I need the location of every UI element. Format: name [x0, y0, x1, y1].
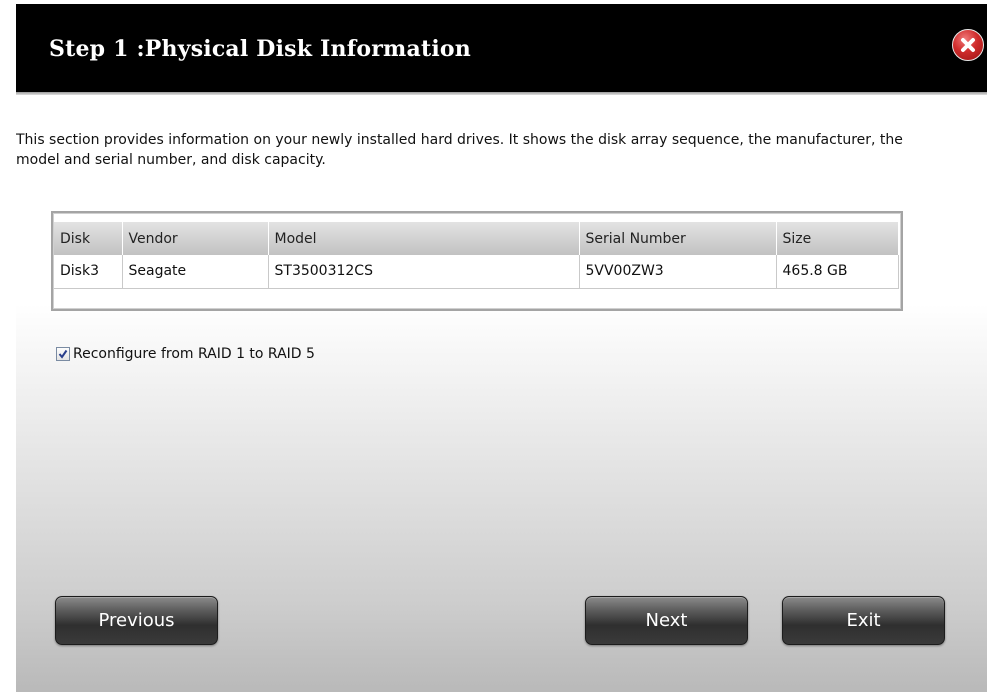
- close-icon: [961, 38, 975, 52]
- disk-table: Disk Vendor Model Serial Number Size Dis…: [54, 222, 899, 289]
- next-button[interactable]: Next: [585, 596, 748, 645]
- column-header-disk[interactable]: Disk: [54, 222, 123, 255]
- exit-button[interactable]: Exit: [782, 596, 945, 645]
- reconfigure-label: Reconfigure from RAID 1 to RAID 5: [73, 346, 315, 362]
- checkmark-icon: [58, 349, 68, 359]
- title-separator: [16, 92, 987, 95]
- cell-disk: Disk3: [54, 255, 123, 289]
- table-row[interactable]: Disk3 Seagate ST3500312CS 5VV00ZW3 465.8…: [54, 255, 899, 289]
- dialog-title: Step 1 :Physical Disk Information: [49, 36, 471, 62]
- close-button[interactable]: [952, 29, 984, 61]
- column-header-size[interactable]: Size: [776, 222, 899, 255]
- reconfigure-checkbox[interactable]: [56, 347, 70, 361]
- reconfigure-option[interactable]: Reconfigure from RAID 1 to RAID 5: [56, 344, 315, 364]
- wizard-dialog: Step 1 :Physical Disk Information This s…: [16, 4, 987, 692]
- cell-size: 465.8 GB: [776, 255, 899, 289]
- cell-serial-number: 5VV00ZW3: [579, 255, 777, 289]
- title-bar: Step 1 :Physical Disk Information: [16, 4, 987, 92]
- column-header-model[interactable]: Model: [268, 222, 580, 255]
- column-header-serial-number[interactable]: Serial Number: [579, 222, 777, 255]
- description-text: This section provides information on you…: [16, 132, 903, 168]
- previous-button[interactable]: Previous: [55, 596, 218, 645]
- table-header-row: Disk Vendor Model Serial Number Size: [54, 222, 899, 255]
- disk-table-frame: Disk Vendor Model Serial Number Size Dis…: [51, 211, 903, 311]
- column-header-vendor[interactable]: Vendor: [122, 222, 269, 255]
- cell-vendor: Seagate: [122, 255, 269, 289]
- cell-model: ST3500312CS: [268, 255, 580, 289]
